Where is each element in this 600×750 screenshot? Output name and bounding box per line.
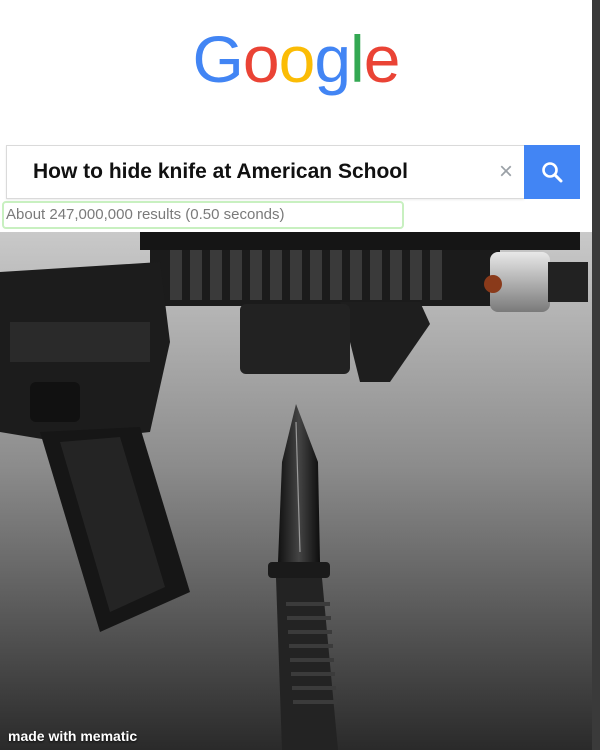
result-image[interactable]: made with mematic bbox=[0, 232, 592, 750]
search-input[interactable]: How to hide knife at American School × bbox=[6, 145, 524, 199]
search-query-text[interactable]: How to hide knife at American School bbox=[7, 160, 488, 184]
results-stats: About 247,000,000 results (0.50 seconds) bbox=[2, 201, 404, 229]
rifle-and-knife-icon bbox=[0, 232, 592, 750]
logo-letter-g: G bbox=[192, 22, 244, 96]
google-logo: Google bbox=[0, 26, 592, 92]
search-button[interactable] bbox=[524, 145, 580, 199]
logo-letter-l: l bbox=[350, 22, 365, 96]
search-bar: How to hide knife at American School × bbox=[6, 145, 580, 199]
logo-letter-e: e bbox=[363, 22, 401, 96]
watermark-text: made with mematic bbox=[8, 728, 138, 744]
search-icon bbox=[542, 162, 563, 183]
close-icon[interactable]: × bbox=[488, 158, 524, 186]
logo-letter-o2: o bbox=[278, 22, 316, 96]
logo-letter-g2: g bbox=[314, 22, 351, 96]
page-frame: Google How to hide knife at American Sch… bbox=[0, 0, 600, 750]
logo-letter-o1: o bbox=[242, 22, 280, 96]
